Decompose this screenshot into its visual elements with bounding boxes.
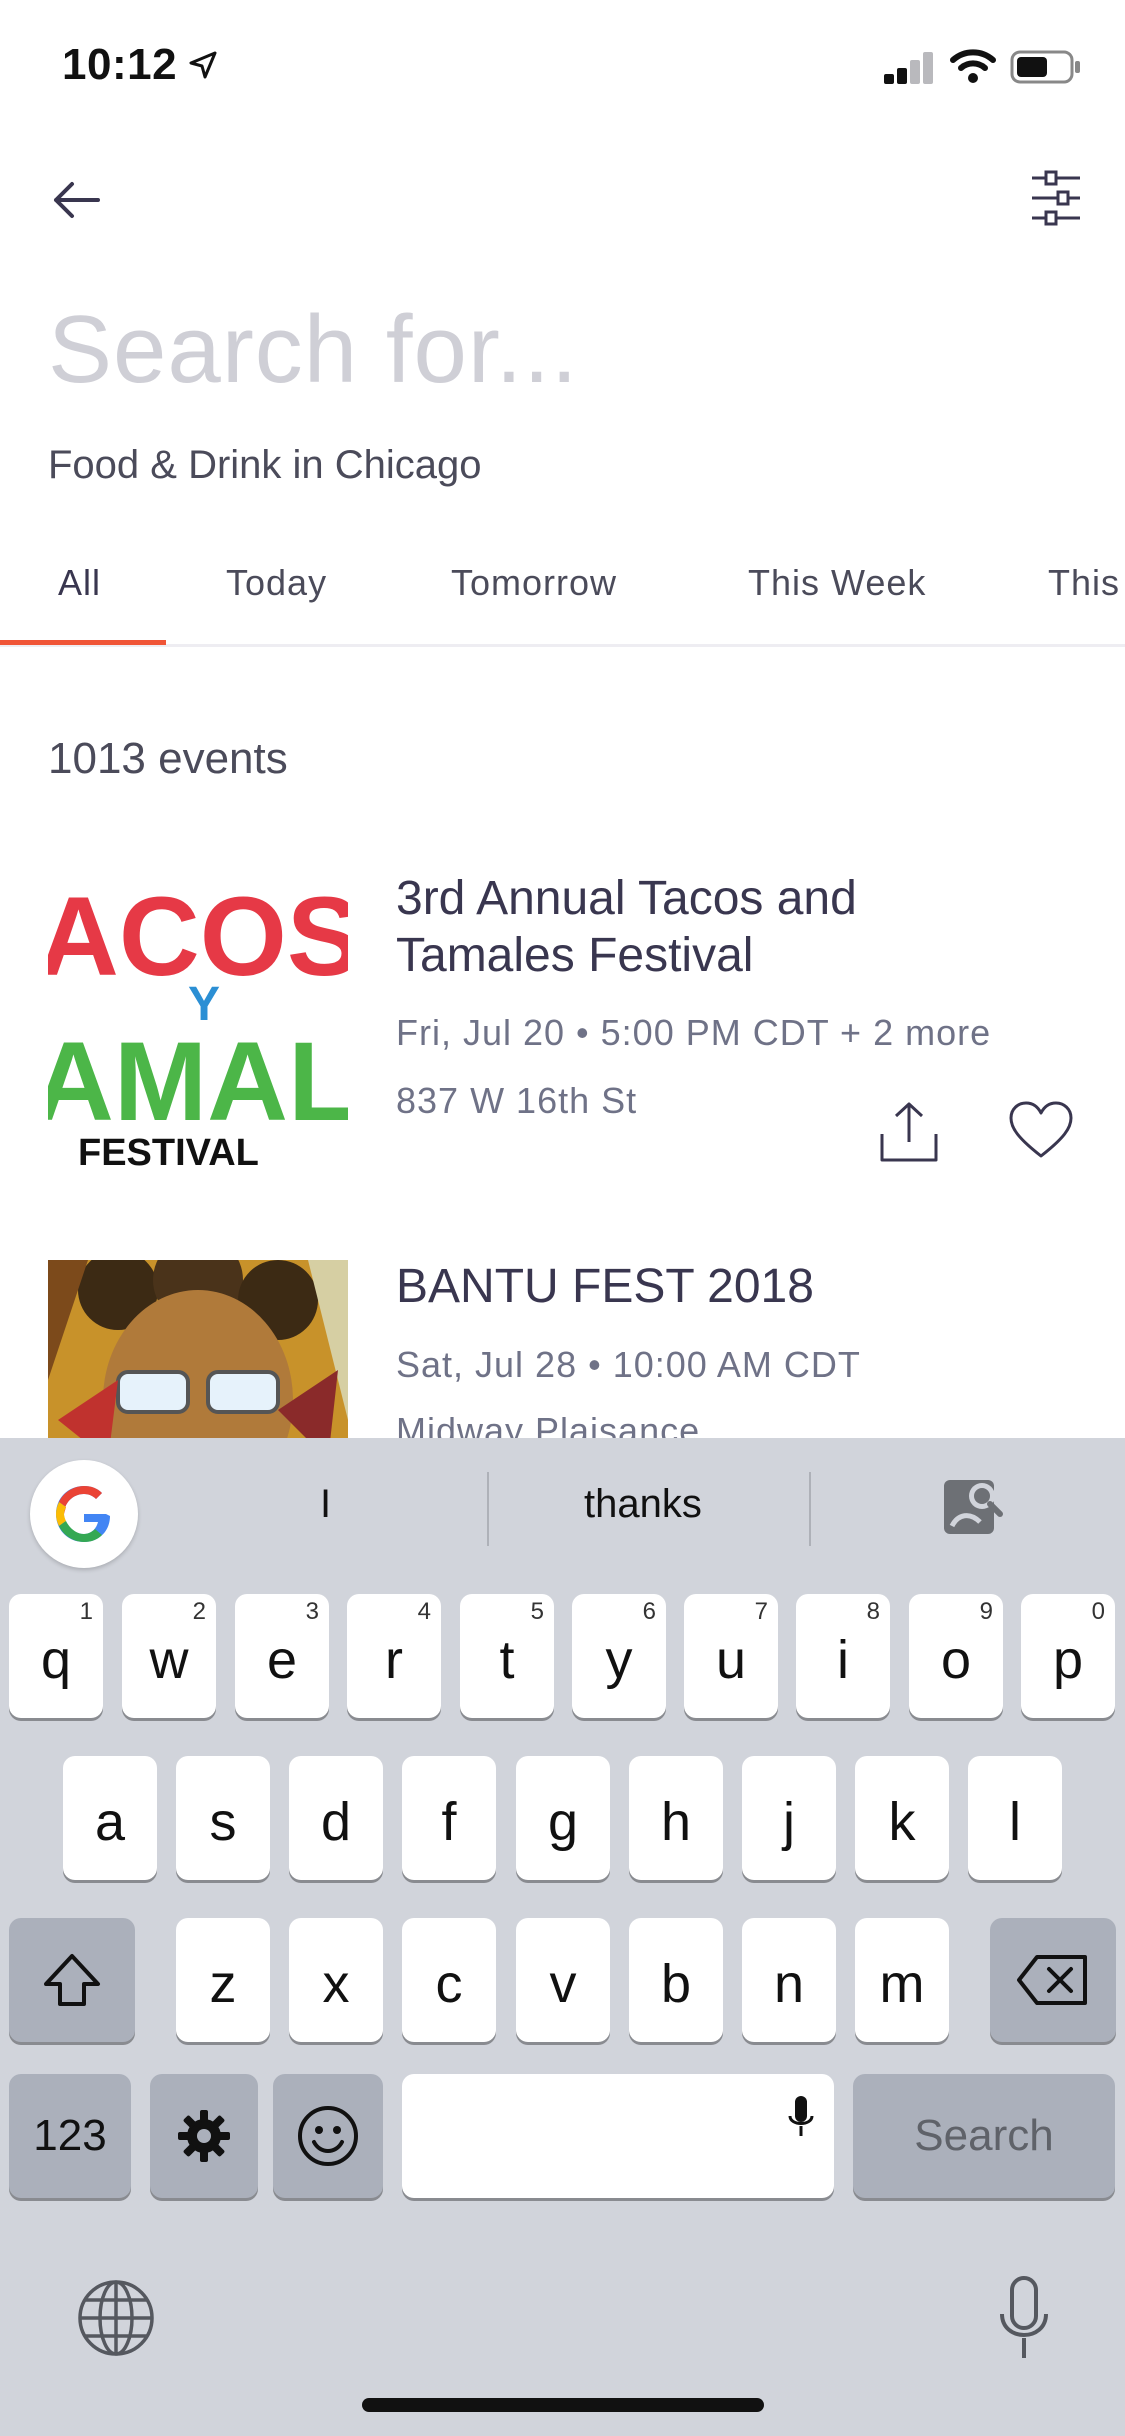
- key-y[interactable]: 6y: [572, 1594, 666, 1718]
- settings-key[interactable]: [150, 2074, 258, 2198]
- back-arrow-icon[interactable]: [48, 170, 108, 230]
- space-key[interactable]: [402, 2074, 834, 2198]
- search-context-label[interactable]: Food & Drink in Chicago: [48, 443, 482, 488]
- key-s[interactable]: s: [176, 1756, 270, 1880]
- event-title[interactable]: 3rd Annual Tacos and Tamales Festival: [396, 870, 1096, 984]
- heart-icon[interactable]: [1008, 1100, 1074, 1160]
- tab-this-week[interactable]: This Week: [748, 562, 926, 604]
- key-c[interactable]: c: [402, 1918, 496, 2042]
- event-date: Sat, Jul 28 • 10:00 AM CDT: [396, 1344, 861, 1385]
- shift-arrow-icon: [44, 1954, 100, 2006]
- tab-today[interactable]: Today: [226, 562, 327, 604]
- dictation-microphone-icon[interactable]: [996, 2274, 1052, 2362]
- suggestion-1[interactable]: I: [320, 1482, 331, 1527]
- svg-text:AMAL: AMAL: [48, 1019, 348, 1144]
- key-e[interactable]: 3e: [235, 1594, 329, 1718]
- key-n[interactable]: n: [742, 1918, 836, 2042]
- backspace-icon: [1017, 1955, 1087, 2005]
- tab-tomorrow[interactable]: Tomorrow: [451, 562, 617, 604]
- results-count: 1013 events: [48, 734, 288, 783]
- numbers-key[interactable]: 123: [9, 2074, 131, 2198]
- key-j[interactable]: j: [742, 1756, 836, 1880]
- key-l[interactable]: l: [968, 1756, 1062, 1880]
- filter-sliders-icon[interactable]: [1026, 168, 1086, 228]
- key-a[interactable]: a: [63, 1756, 157, 1880]
- status-time: 10:12: [62, 40, 178, 89]
- date-filter-tabs: All Today Tomorrow This Week This: [0, 548, 1125, 647]
- key-r[interactable]: 4r: [347, 1594, 441, 1718]
- key-h[interactable]: h: [629, 1756, 723, 1880]
- event-title[interactable]: BANTU FEST 2018: [396, 1258, 814, 1315]
- event-title-line: 3rd Annual Tacos and: [396, 872, 857, 925]
- key-o[interactable]: 9o: [909, 1594, 1003, 1718]
- key-f[interactable]: f: [402, 1756, 496, 1880]
- svg-text:FESTIVAL: FESTIVAL: [78, 1132, 259, 1170]
- key-k[interactable]: k: [855, 1756, 949, 1880]
- key-t[interactable]: 5t: [460, 1594, 554, 1718]
- battery-icon: [1010, 50, 1080, 84]
- microphone-icon: [788, 2096, 814, 2136]
- cellular-signal-icon: [884, 52, 934, 84]
- globe-icon[interactable]: [76, 2278, 156, 2358]
- delete-key[interactable]: [990, 1918, 1116, 2042]
- active-tab-indicator: [0, 640, 166, 645]
- key-v[interactable]: v: [516, 1918, 610, 2042]
- location-arrow-icon: [189, 51, 217, 79]
- key-z[interactable]: z: [176, 1918, 270, 2042]
- home-indicator[interactable]: [362, 2398, 764, 2412]
- google-logo-icon[interactable]: [30, 1460, 138, 1568]
- key-x[interactable]: x: [289, 1918, 383, 2042]
- suggestion-2[interactable]: thanks: [584, 1482, 702, 1527]
- key-m[interactable]: m: [855, 1918, 949, 2042]
- key-b[interactable]: b: [629, 1918, 723, 2042]
- wifi-icon: [950, 49, 996, 83]
- event-date: Fri, Jul 20 • 5:00 PM CDT + 2 more: [396, 1012, 992, 1053]
- tab-all[interactable]: All: [58, 562, 101, 604]
- key-d[interactable]: d: [289, 1756, 383, 1880]
- gear-icon: [178, 2110, 230, 2162]
- search-input[interactable]: Search for...: [48, 295, 579, 405]
- key-i[interactable]: 8i: [796, 1594, 890, 1718]
- suggestion-divider: [809, 1472, 811, 1546]
- tab-this-weekend[interactable]: This: [1048, 562, 1120, 604]
- event-location: 837 W 16th St: [396, 1080, 638, 1121]
- keyboard: I thanks 1q 2w 3e 4r 5t 6y 7u 8i 9o 0p a…: [0, 1438, 1125, 2436]
- key-q[interactable]: 1q: [9, 1594, 103, 1718]
- shift-key[interactable]: [9, 1918, 135, 2042]
- share-icon[interactable]: [876, 1098, 942, 1164]
- key-u[interactable]: 7u: [684, 1594, 778, 1718]
- suggestion-bar: I thanks: [0, 1438, 1125, 1580]
- emoji-key[interactable]: [273, 2074, 383, 2198]
- key-w[interactable]: 2w: [122, 1594, 216, 1718]
- smiley-face-icon: [298, 2106, 358, 2166]
- event-thumbnail-tacos[interactable]: ACOS Y AMAL FESTIVAL: [48, 870, 348, 1170]
- search-key[interactable]: Search: [853, 2074, 1115, 2198]
- event-title-line: Tamales Festival: [396, 929, 754, 982]
- suggestion-divider: [487, 1472, 489, 1546]
- key-g[interactable]: g: [516, 1756, 610, 1880]
- tacos-festival-poster: ACOS Y AMAL FESTIVAL: [48, 870, 348, 1170]
- key-p[interactable]: 0p: [1021, 1594, 1115, 1718]
- image-search-icon[interactable]: [940, 1474, 1006, 1540]
